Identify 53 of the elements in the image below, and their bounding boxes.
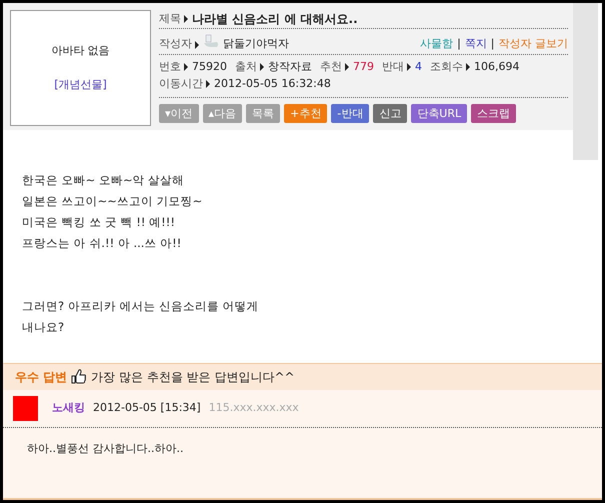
arrow-icon <box>184 63 188 72</box>
gift-link[interactable]: [개념선물] <box>54 77 107 94</box>
meta-value: 4 <box>415 59 422 75</box>
post-button[interactable]: +추천 <box>284 104 328 123</box>
thumbs-up-icon <box>71 368 88 386</box>
arrow-icon <box>206 80 210 88</box>
body-line: 내나요? <box>22 319 66 336</box>
author-link[interactable]: 쪽지 <box>464 36 487 53</box>
link-separator: | <box>490 36 494 52</box>
title-label: 제목 <box>159 10 181 27</box>
moved-time: 2012-05-05 16:32:48 <box>214 76 331 92</box>
meta-value: 창작자료 <box>268 59 312 75</box>
meta-value: 106,694 <box>474 59 520 75</box>
post-button[interactable]: 목록 <box>246 104 280 123</box>
body-line: 미국은 빽킹 쏘 굿 빽 !! 예!!! <box>22 214 176 231</box>
arrow-icon <box>260 63 264 72</box>
meta-label: 번호 <box>159 59 181 75</box>
arrow-icon <box>407 63 411 72</box>
body-line: 그러면? 아프리카 에서는 신음소리를 어떻게 <box>22 298 260 315</box>
arrow-icon <box>345 63 349 72</box>
arrow-icon <box>466 63 470 72</box>
post-button[interactable]: ▾이전 <box>159 104 199 123</box>
post-button[interactable]: 스크랩 <box>471 104 516 123</box>
post-title: 나라별 신음소리 에 대해서요.. <box>192 11 358 28</box>
meta-label: 조회수 <box>430 59 463 75</box>
post-button[interactable]: -반대 <box>331 104 370 123</box>
arrow-icon <box>195 40 199 49</box>
post-button[interactable]: 단축URL <box>411 104 468 123</box>
comment-text: 하아..별풍선 감사합니다..하아.. <box>26 441 184 457</box>
arrow-icon <box>184 15 188 24</box>
author-link[interactable]: 작성자 글보기 <box>498 36 568 53</box>
meta-label: 출처 <box>235 59 257 75</box>
comment-date: 2012-05-05 [15:34] <box>93 400 201 416</box>
avatar-placeholder-text: 아바타 없음 <box>51 42 110 58</box>
comment-ip: 115.xxx.xxx.xxx <box>208 400 299 416</box>
post-button[interactable]: ▴다음 <box>202 104 242 123</box>
author-label: 작성자 <box>159 36 192 52</box>
link-separator: | <box>457 36 461 52</box>
body-line: 한국은 오빠~ 오빠~악 살살해 <box>22 172 186 189</box>
best-answer-text: 가장 많은 추천을 받은 답변입니다^^ <box>91 369 295 386</box>
post-button[interactable]: 신고 <box>373 104 408 123</box>
body-line: 프랑스는 아 쉬.!! 아 ...쓰 아!! <box>22 235 182 252</box>
meta-label: 반대 <box>382 59 404 75</box>
meta-value: 75920 <box>192 59 227 75</box>
commenter-name[interactable]: 노새킹 <box>52 400 85 417</box>
body-line: 일본은 쓰고이~~쓰고이 기모찡~ <box>22 193 204 210</box>
meta-value: 779 <box>353 59 374 75</box>
author-name: 닭둘기야먹자 <box>223 36 289 52</box>
meta-label: 추천 <box>320 59 342 75</box>
author-link[interactable]: 사물함 <box>420 36 454 53</box>
user-level-icon <box>203 34 219 48</box>
best-answer-label: 우수 답변 <box>15 369 68 386</box>
moved-time-label: 이동시간 <box>159 76 203 92</box>
